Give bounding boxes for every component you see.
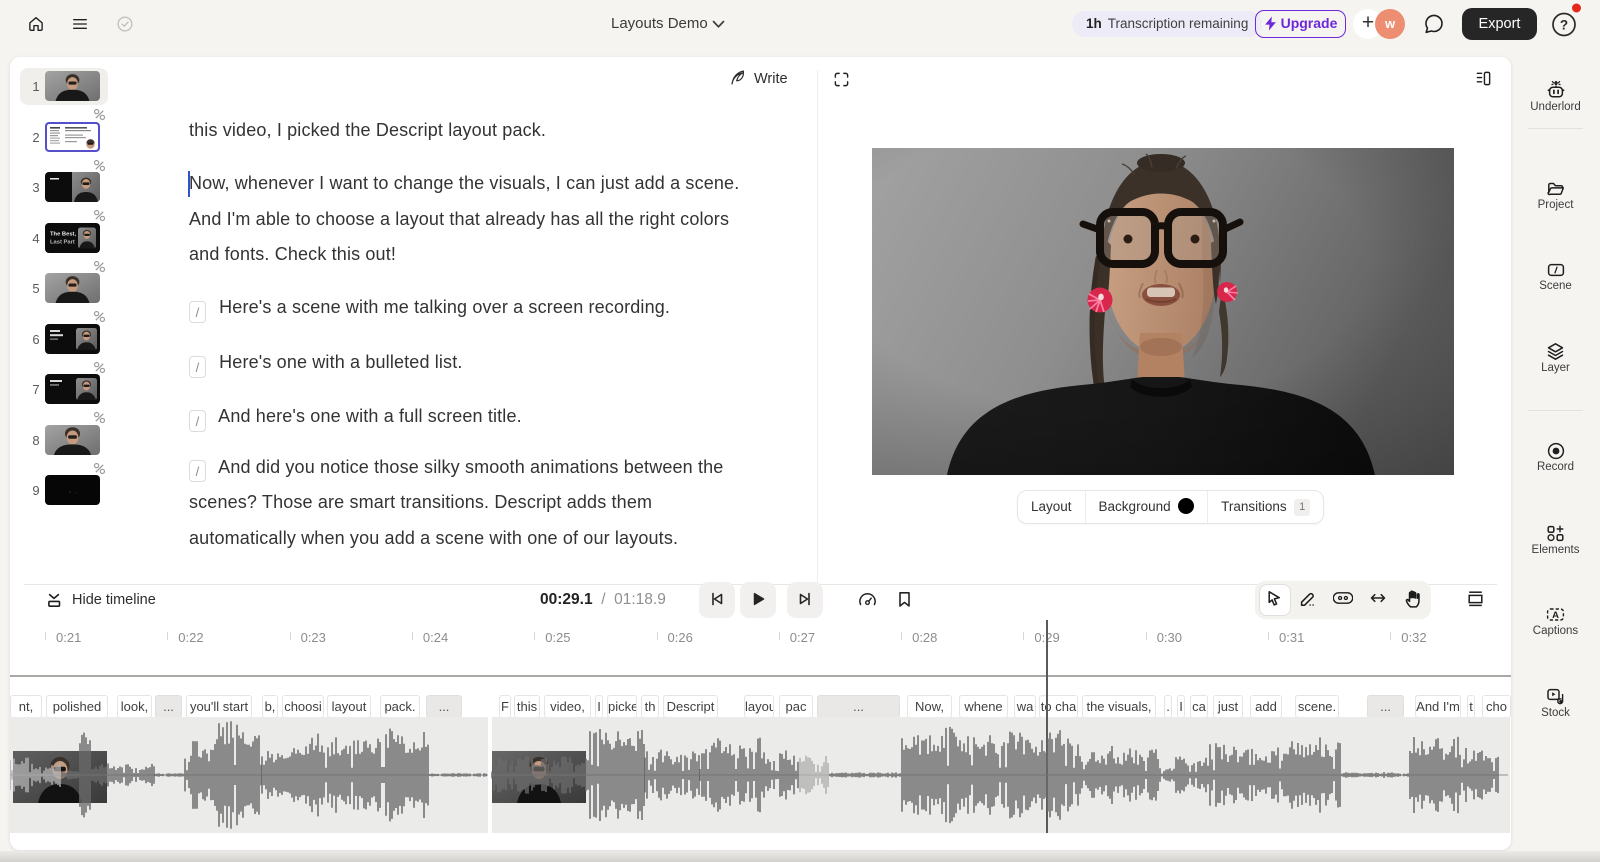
svg-text:The Best,: The Best, bbox=[50, 231, 76, 237]
svg-text:?: ? bbox=[1560, 17, 1568, 32]
svg-text:Last Part: Last Part bbox=[50, 239, 75, 245]
svg-text:A: A bbox=[1552, 610, 1559, 621]
